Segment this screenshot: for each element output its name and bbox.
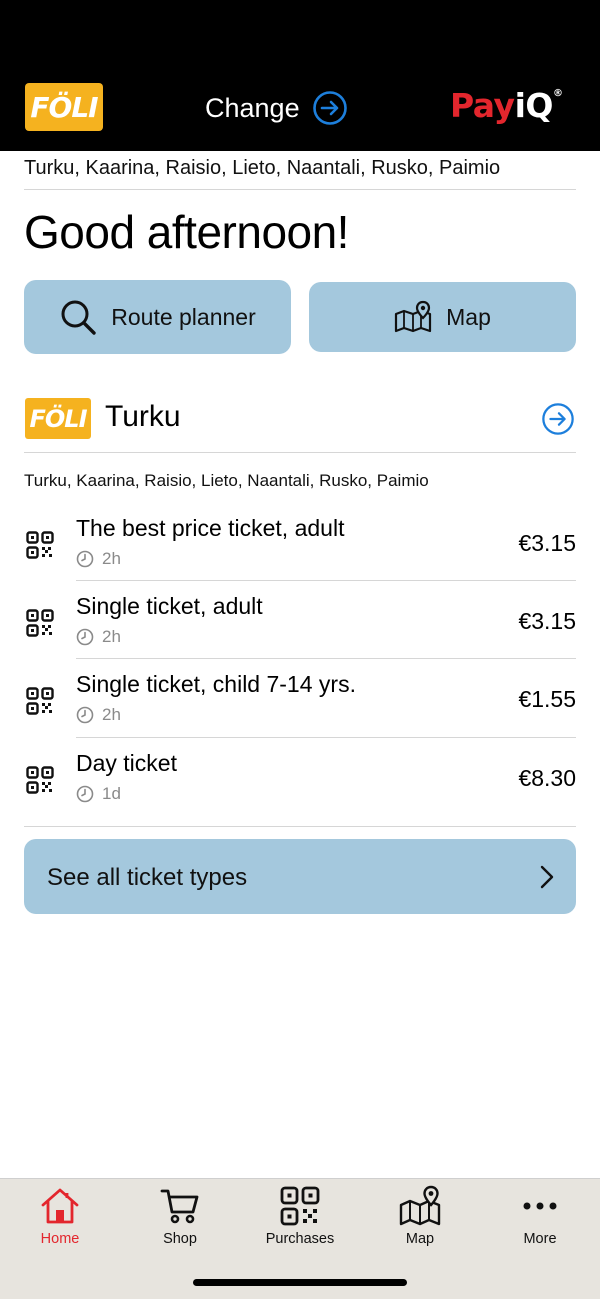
- divider: [24, 826, 576, 827]
- ticket-duration-text: 1d: [102, 784, 121, 803]
- foli-logo: FÖLI: [25, 83, 103, 131]
- qr-code-icon: [26, 766, 54, 794]
- ticket-name: Single ticket, child 7-14 yrs.: [76, 671, 356, 697]
- ticket-price: €3.15: [518, 608, 576, 634]
- ticket-duration: 2h: [76, 549, 121, 569]
- divider: [76, 580, 576, 581]
- payiq-logo: PayiQ®: [450, 86, 563, 125]
- map-label: Map: [446, 303, 491, 330]
- tab-more[interactable]: More: [480, 1185, 600, 1255]
- more-icon: [523, 1202, 557, 1210]
- operator-details-arrow-icon[interactable]: [541, 402, 575, 436]
- ticket-row[interactable]: The best price ticket, adult 2h €3.15: [24, 504, 576, 582]
- ticket-duration: 2h: [76, 705, 121, 725]
- payiq-logo-pay: Pay: [450, 86, 515, 125]
- map-icon: [395, 300, 432, 333]
- change-operator-button[interactable]: Change: [205, 89, 348, 127]
- home-icon: [41, 1188, 79, 1224]
- tab-map[interactable]: Map: [360, 1185, 480, 1255]
- payiq-logo-iq: iQ: [514, 86, 554, 125]
- search-icon: [61, 300, 96, 335]
- qr-code-icon: [26, 687, 54, 715]
- clock-icon: [76, 706, 94, 724]
- route-planner-button[interactable]: Route planner: [24, 280, 291, 354]
- region-text: Turku, Kaarina, Raisio, Lieto, Naantali,…: [24, 157, 501, 179]
- ticket-name: Day ticket: [76, 750, 177, 776]
- tab-home[interactable]: Home: [0, 1185, 120, 1255]
- divider: [24, 189, 576, 190]
- ticket-name: Single ticket, adult: [76, 593, 263, 619]
- tab-shop[interactable]: Shop: [120, 1185, 240, 1255]
- see-all-label: See all ticket types: [47, 864, 248, 891]
- tab-label: Shop: [163, 1231, 197, 1247]
- ticket-row[interactable]: Single ticket, child 7-14 yrs. 2h €1.55: [24, 660, 576, 738]
- chevron-right-icon: [540, 865, 554, 889]
- ticket-duration-text: 2h: [102, 549, 121, 568]
- divider: [76, 737, 576, 738]
- clock-icon: [76, 550, 94, 568]
- ticket-price: €8.30: [518, 765, 576, 791]
- operator-name: Turku: [105, 400, 181, 433]
- operator-logo: FÖLI: [25, 398, 91, 439]
- tab-label: Home: [40, 1231, 80, 1247]
- greeting-heading: Good afternoon!: [24, 206, 349, 258]
- map-button[interactable]: Map: [309, 282, 576, 352]
- tab-label: More: [523, 1231, 557, 1247]
- qr-code-icon: [26, 609, 54, 637]
- ticket-name: The best price ticket, adult: [76, 515, 345, 541]
- operator-region-text: Turku, Kaarina, Raisio, Lieto, Naantali,…: [24, 471, 429, 490]
- foli-logo-text: FÖLI: [30, 90, 98, 124]
- ticket-price: €3.15: [518, 530, 576, 556]
- clock-icon: [76, 785, 94, 803]
- qr-code-icon: [280, 1186, 320, 1226]
- ticket-duration: 1d: [76, 784, 121, 804]
- tab-label: Map: [405, 1231, 435, 1247]
- route-planner-label: Route planner: [111, 303, 256, 330]
- divider: [76, 658, 576, 659]
- cart-icon: [160, 1189, 199, 1224]
- ticket-duration-text: 2h: [102, 627, 121, 646]
- change-label: Change: [205, 92, 300, 123]
- payiq-registered-mark: ®: [552, 88, 563, 99]
- tab-label: Purchases: [265, 1231, 335, 1247]
- see-all-ticket-types-button[interactable]: See all ticket types: [24, 839, 576, 914]
- ticket-duration: 2h: [76, 627, 121, 647]
- ticket-price: €1.55: [518, 686, 576, 712]
- ticket-row[interactable]: Single ticket, adult 2h €3.15: [24, 582, 576, 660]
- ticket-row[interactable]: Day ticket 1d €8.30: [24, 739, 576, 817]
- map-icon: [399, 1185, 441, 1226]
- top-bar: FÖLI Change PayiQ®: [0, 0, 600, 151]
- qr-code-icon: [26, 531, 54, 559]
- divider: [24, 452, 576, 453]
- operator-logo-text: FÖLI: [29, 404, 87, 433]
- home-indicator: [193, 1279, 407, 1286]
- clock-icon: [76, 628, 94, 646]
- tab-purchases[interactable]: Purchases: [240, 1185, 360, 1255]
- ticket-duration-text: 2h: [102, 705, 121, 724]
- arrow-right-circle-icon: [312, 91, 347, 125]
